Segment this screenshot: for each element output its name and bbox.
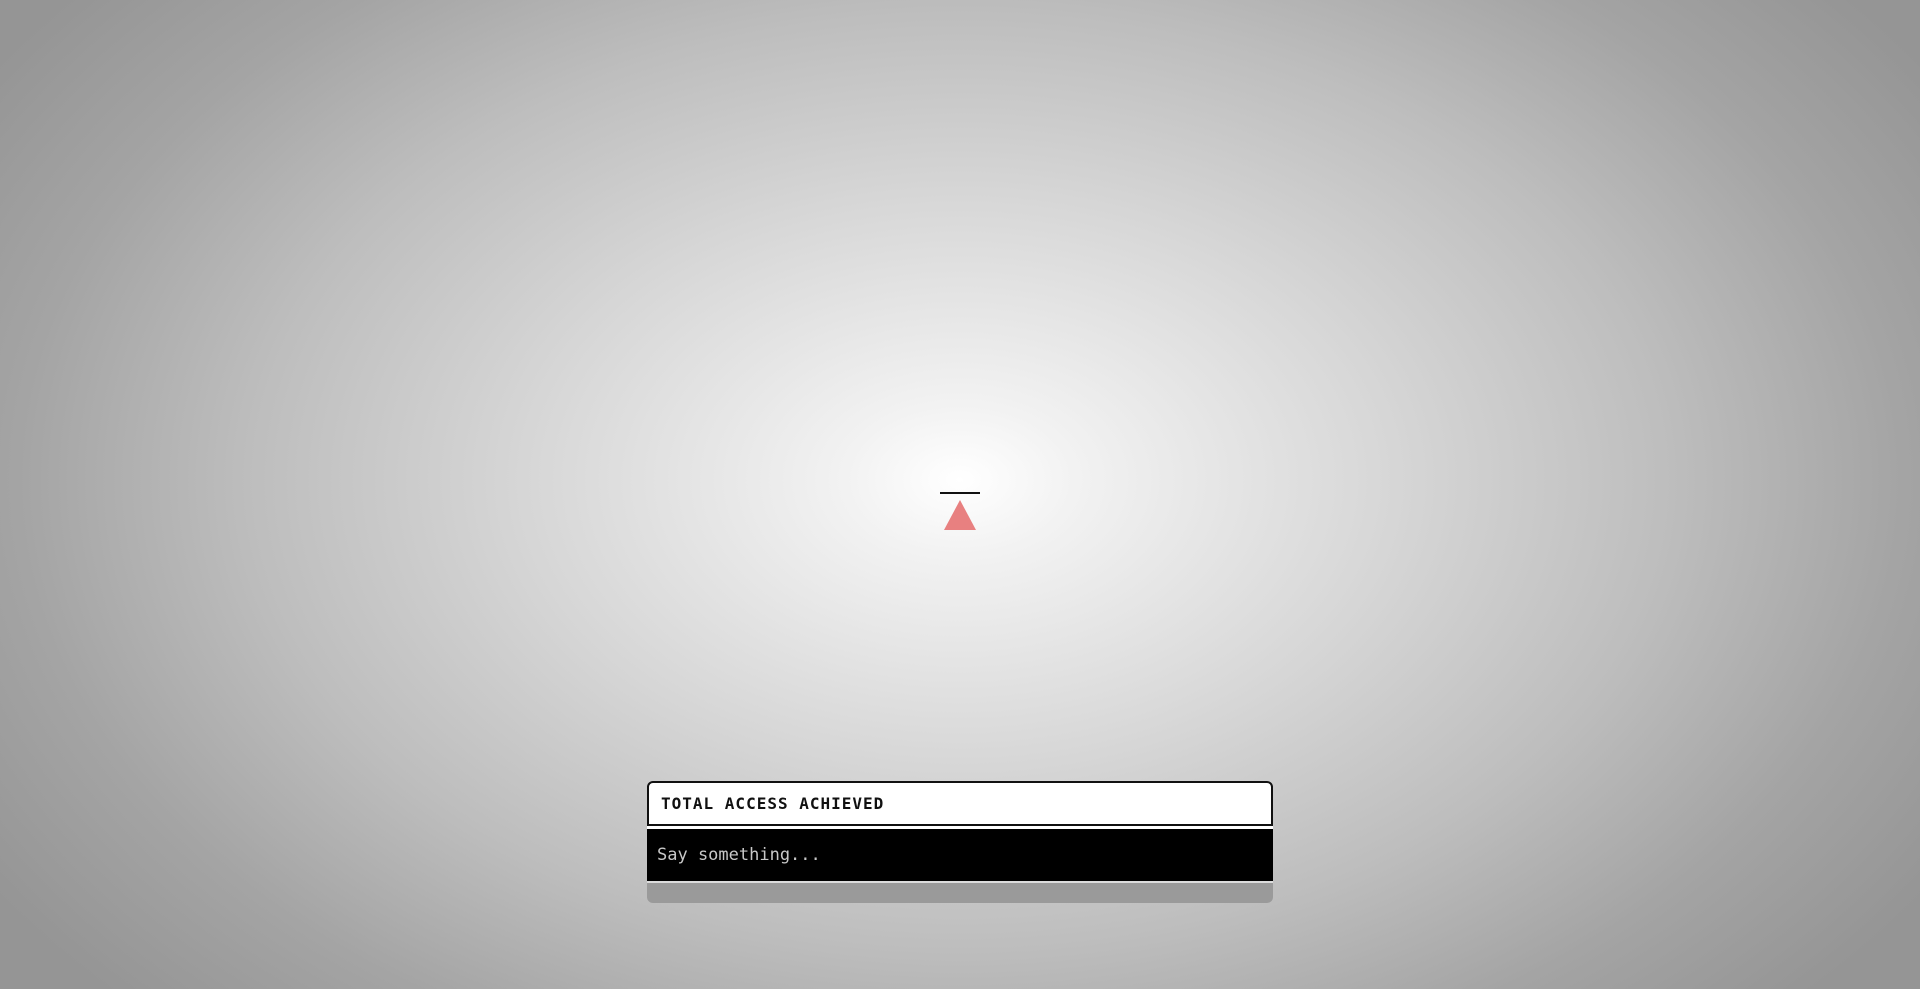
player-avatar — [940, 492, 980, 532]
chat-panel-shadow — [647, 883, 1273, 903]
chat-input-row[interactable] — [647, 829, 1273, 881]
chat-panel: TOTAL ACCESS ACHIEVED — [647, 781, 1273, 903]
avatar-name-line — [940, 492, 980, 494]
triangle-avatar-icon — [944, 500, 976, 530]
chat-title-bar: TOTAL ACCESS ACHIEVED — [647, 781, 1273, 826]
chat-title: TOTAL ACCESS ACHIEVED — [661, 794, 885, 813]
chat-input[interactable] — [647, 829, 1273, 881]
